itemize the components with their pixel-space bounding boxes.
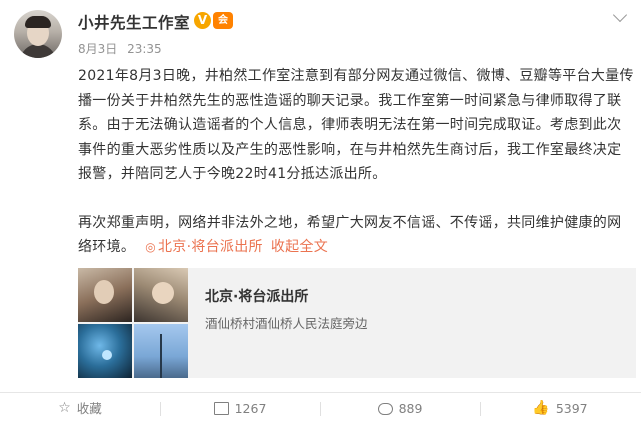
- location-photo[interactable]: [78, 268, 132, 322]
- location-pin-icon: ◎: [145, 240, 156, 254]
- author-name[interactable]: 小井先生工作室: [78, 11, 190, 33]
- content-paragraph-1: 2021年8月3日晚，井柏然工作室注意到有部分网友通过微信、微博、豆瓣等平台大量…: [78, 68, 634, 182]
- weibo-post: 小井先生工作室 V 会 8月3日 23:35 2021年8月3日晚，井柏然工作室…: [0, 0, 641, 424]
- location-link-label: 北京·将台派出所: [157, 239, 263, 255]
- verified-icon: V: [194, 12, 211, 29]
- location-photo-grid: [78, 268, 188, 378]
- location-card[interactable]: 北京·将台派出所 酒仙桥村酒仙桥人民法庭旁边: [78, 268, 636, 378]
- repost-icon: [213, 402, 229, 415]
- comment-icon: [377, 402, 393, 415]
- avatar[interactable]: [14, 10, 62, 58]
- avatar-hair: [25, 16, 51, 28]
- post-meta: 8月3日 23:35: [78, 40, 162, 57]
- repost-count: 1267: [234, 401, 267, 416]
- action-bar: ☆ 收藏 1267 889 👍 5397: [0, 392, 641, 424]
- photo-subject: [102, 350, 112, 360]
- location-link[interactable]: ◎ 北京·将台派出所: [145, 239, 263, 255]
- chevron-down-icon[interactable]: [612, 7, 628, 23]
- thumbs-up-icon: 👍: [532, 400, 550, 416]
- member-icon[interactable]: 会: [213, 12, 233, 29]
- place-name: 北京·将台派出所: [205, 289, 309, 305]
- content-paragraph-2: 再次郑重声明，网络并非法外之地，希望广大网友不信谣、不传谣，共同维护健康的网络环…: [78, 211, 634, 260]
- photo-subject: [94, 280, 114, 304]
- post-time[interactable]: 23:35: [127, 42, 162, 56]
- star-icon: ☆: [58, 400, 71, 416]
- comment-button[interactable]: 889: [320, 393, 480, 424]
- like-count: 5397: [555, 401, 588, 416]
- favorite-button[interactable]: ☆ 收藏: [0, 393, 160, 424]
- avatar-body: [20, 44, 56, 58]
- comment-count: 889: [398, 401, 423, 416]
- post-content: 2021年8月3日晚，井柏然工作室注意到有部分网友通过微信、微博、豆瓣等平台大量…: [78, 64, 634, 260]
- favorite-label: 收藏: [76, 401, 102, 416]
- location-photo[interactable]: [134, 268, 188, 322]
- collapse-full-text-link[interactable]: 收起全文: [271, 239, 328, 255]
- place-address: 酒仙桥村酒仙桥人民法庭旁边: [205, 316, 368, 331]
- photo-subject: [152, 282, 174, 304]
- location-photo[interactable]: [78, 324, 132, 378]
- like-button[interactable]: 👍 5397: [480, 393, 640, 424]
- post-date[interactable]: 8月3日: [78, 42, 117, 56]
- location-photo[interactable]: [134, 324, 188, 378]
- photo-subject: [160, 334, 162, 378]
- repost-button[interactable]: 1267: [160, 393, 320, 424]
